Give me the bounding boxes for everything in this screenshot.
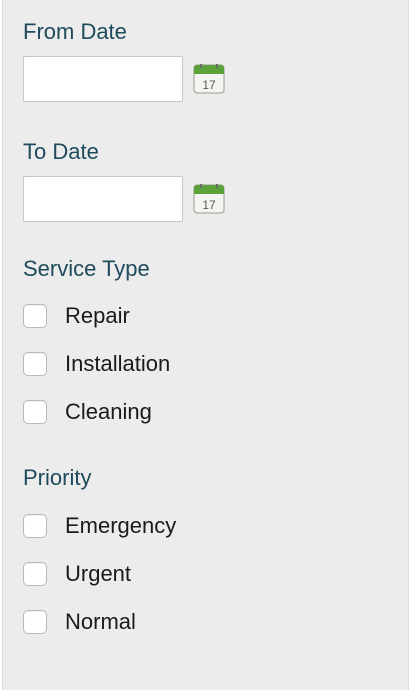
installation-checkbox[interactable] [23, 352, 47, 376]
priority-option-normal[interactable]: Normal [23, 609, 136, 635]
service-type-option-repair[interactable]: Repair [23, 303, 130, 329]
to-date-input[interactable] [23, 176, 183, 222]
filter-panel: From Date 17 To Date 17 Service Type Rep… [2, 0, 409, 690]
from-date-input[interactable] [23, 56, 183, 102]
calendar-icon[interactable]: 17 [193, 64, 225, 94]
calendar-icon[interactable]: 17 [193, 184, 225, 214]
service-type-label: Service Type [23, 256, 150, 281]
calendar-icon-graphic: 17 [193, 64, 225, 94]
calendar-icon-graphic: 17 [193, 184, 225, 214]
normal-option-label: Normal [65, 609, 136, 634]
priority-option-emergency[interactable]: Emergency [23, 513, 176, 539]
service-type-option-cleaning[interactable]: Cleaning [23, 399, 152, 425]
cleaning-checkbox[interactable] [23, 400, 47, 424]
calendar-day-text: 17 [202, 78, 216, 92]
service-type-option-installation[interactable]: Installation [23, 351, 170, 377]
normal-checkbox[interactable] [23, 610, 47, 634]
repair-option-label: Repair [65, 303, 130, 328]
calendar-day-text: 17 [202, 198, 216, 212]
priority-label: Priority [23, 465, 92, 490]
from-date-label: From Date [23, 19, 127, 44]
emergency-checkbox[interactable] [23, 514, 47, 538]
cleaning-option-label: Cleaning [65, 399, 152, 424]
urgent-checkbox[interactable] [23, 562, 47, 586]
repair-checkbox[interactable] [23, 304, 47, 328]
installation-option-label: Installation [65, 351, 171, 376]
priority-option-urgent[interactable]: Urgent [23, 561, 131, 587]
to-date-label: To Date [23, 139, 99, 164]
urgent-option-label: Urgent [65, 561, 132, 586]
emergency-option-label: Emergency [65, 513, 177, 538]
